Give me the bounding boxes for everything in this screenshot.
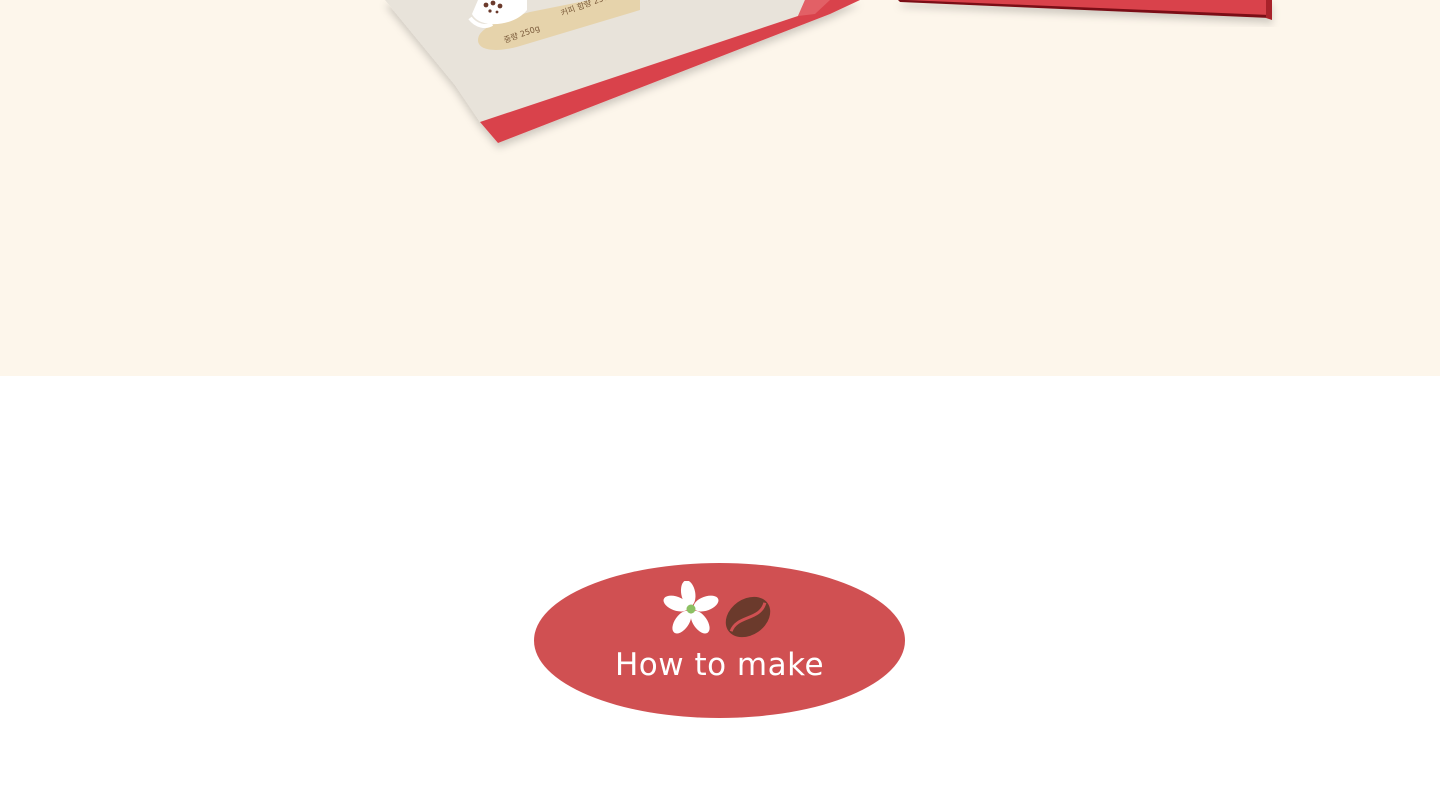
- product-hero-section: 중량 250g 커피 함량 25%: [0, 0, 1440, 376]
- product-package-illustration: 중량 250g 커피 함량 25%: [385, 0, 1272, 143]
- red-box-package: [898, 0, 1272, 20]
- page: 중량 250g 커피 함량 25% How to make: [0, 0, 1440, 800]
- badge-icons: [663, 581, 771, 638]
- coffee-bean-icon: [725, 596, 771, 638]
- how-to-make-badge: How to make: [534, 563, 905, 718]
- flower-icon: [663, 581, 719, 634]
- how-to-make-title: How to make: [614, 647, 825, 683]
- coffee-pouch-package: [385, 0, 860, 143]
